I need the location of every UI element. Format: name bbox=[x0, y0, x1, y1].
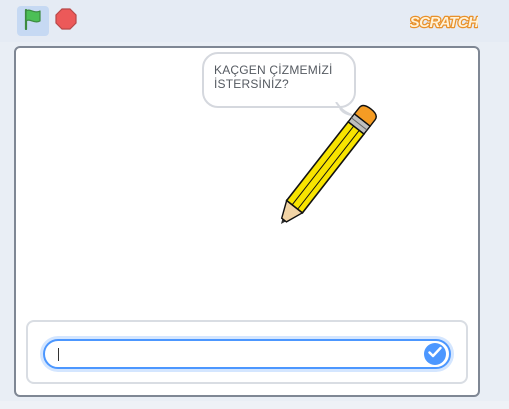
green-flag-button[interactable] bbox=[17, 6, 49, 36]
svg-text:SCRATCH: SCRATCH bbox=[410, 14, 478, 31]
scratch-logo[interactable]: SCRATCH SCRATCH bbox=[408, 9, 481, 33]
stage-header: SCRATCH SCRATCH bbox=[0, 0, 509, 42]
pencil-icon[interactable] bbox=[271, 104, 381, 229]
stage-canvas[interactable]: KAÇGEN ÇİZMEMİZİ İSTERSİNİZ? bbox=[14, 46, 480, 397]
text-caret bbox=[58, 348, 59, 361]
answer-input[interactable] bbox=[43, 339, 451, 369]
speech-bubble-line-1: KAÇGEN ÇİZMEMİZİ bbox=[214, 63, 333, 77]
green-flag-icon bbox=[23, 8, 43, 35]
speech-bubble: KAÇGEN ÇİZMEMİZİ İSTERSİNİZ? bbox=[202, 52, 356, 108]
ask-prompt-box bbox=[26, 320, 468, 384]
speech-bubble-line-2: İSTERSİNİZ? bbox=[214, 77, 289, 91]
submit-answer-button[interactable] bbox=[424, 343, 446, 365]
stop-icon bbox=[55, 7, 77, 35]
bottom-strip bbox=[0, 401, 509, 409]
stop-button[interactable] bbox=[53, 7, 79, 35]
check-icon bbox=[428, 345, 442, 363]
